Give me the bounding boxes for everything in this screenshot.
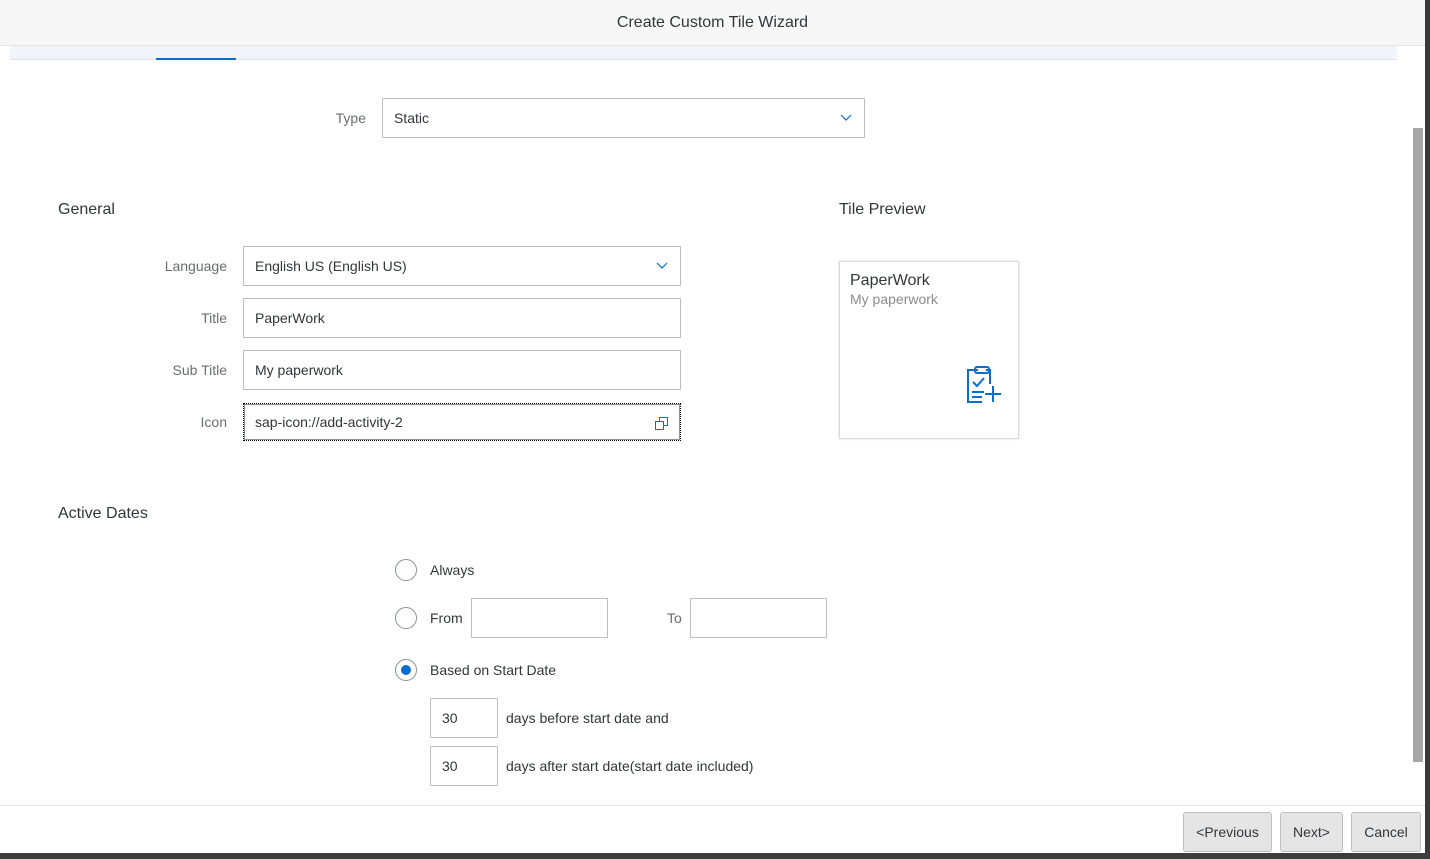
active-dates-section-title: Active Dates	[58, 505, 148, 522]
days-after-input[interactable]: 30	[430, 746, 498, 786]
tile-preview-title: Tile Preview	[839, 201, 926, 218]
language-select-value: English US (English US)	[255, 258, 407, 274]
scrollbar-thumb[interactable]	[1413, 128, 1423, 762]
subtitle-label: Sub Title	[172, 362, 227, 378]
tile-preview-title-text: PaperWork	[850, 272, 930, 289]
type-select-value: Static	[394, 110, 430, 126]
days-before-text: days before start date and	[506, 710, 669, 726]
general-section-title: General	[58, 201, 115, 218]
days-before-value: 30	[442, 710, 458, 726]
title-label: Title	[201, 310, 227, 326]
value-help-icon[interactable]	[655, 417, 668, 430]
dialog-title: Create Custom Tile Wizard	[616, 13, 809, 31]
type-label: Type	[335, 110, 366, 126]
cancel-button[interactable]: Cancel	[1351, 812, 1421, 852]
based-on-start-date-radio[interactable]	[395, 659, 417, 681]
type-select[interactable]: Static	[382, 98, 865, 138]
always-radio-label: Always	[430, 562, 475, 578]
chevron-down-icon	[656, 262, 668, 269]
icon-label: Icon	[200, 414, 227, 430]
tile-preview-subtitle-text: My paperwork	[850, 291, 938, 307]
language-label: Language	[164, 258, 227, 274]
wizard-dialog: Create Custom Tile Wizard Type Static Ge…	[0, 0, 1425, 853]
to-date-input[interactable]	[690, 598, 827, 638]
days-after-text: days after start date(start date include…	[506, 758, 754, 774]
wizard-progress-bar	[10, 46, 1397, 60]
based-on-start-date-label: Based on Start Date	[430, 662, 557, 678]
next-button[interactable]: Next>	[1280, 812, 1343, 852]
chevron-down-icon	[840, 114, 852, 121]
days-before-input[interactable]: 30	[430, 698, 498, 738]
subtitle-input[interactable]: My paperwork	[243, 350, 681, 390]
to-label: To	[667, 610, 682, 626]
language-select[interactable]: English US (English US)	[243, 246, 681, 286]
previous-button[interactable]: <Previous	[1183, 812, 1272, 852]
page-backdrop	[0, 853, 1430, 859]
days-after-value: 30	[442, 758, 458, 774]
always-radio[interactable]	[395, 559, 417, 581]
title-input-value: PaperWork	[255, 310, 325, 326]
wizard-active-step-indicator	[156, 58, 236, 60]
dialog-header: Create Custom Tile Wizard	[0, 0, 1425, 46]
dialog-footer: <Previous Next> Cancel	[0, 805, 1425, 853]
from-label: From	[430, 610, 463, 626]
from-radio[interactable]	[395, 607, 417, 629]
subtitle-input-value: My paperwork	[255, 362, 343, 378]
tile-preview: PaperWork My paperwork	[839, 261, 1019, 439]
from-date-input[interactable]	[471, 598, 608, 638]
add-activity-icon	[967, 366, 1001, 403]
icon-input[interactable]: sap-icon://add-activity-2	[243, 403, 681, 441]
icon-input-value: sap-icon://add-activity-2	[255, 414, 403, 430]
title-input[interactable]: PaperWork	[243, 298, 681, 338]
